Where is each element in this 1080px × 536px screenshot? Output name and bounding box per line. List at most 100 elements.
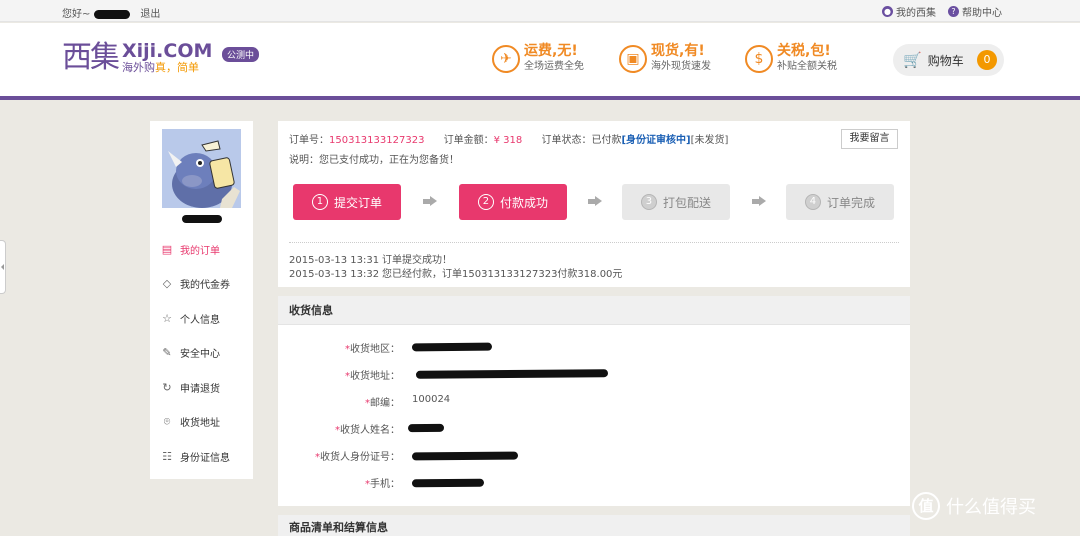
step-number: 4 [804, 194, 821, 210]
promo-title: 关税,包! [777, 43, 831, 59]
document-icon: ▤ [161, 242, 173, 256]
step-number: 1 [311, 194, 328, 210]
order-summary-line: 订单号：150313133127323 订单金额：¥ 318 订单状态：已付款[… [289, 131, 728, 146]
promo-subtitle: 全场运费全免 [524, 61, 584, 72]
field-phone: *手机： [278, 475, 910, 490]
site-header: 西集 Xiji.COM 海外购真，简单 公测中 ✈ 运费,无! 全场运费全免 ▣ … [0, 23, 1080, 100]
sidebar-item-label: 身份证信息 [180, 452, 230, 464]
cart-icon: 🛒 [903, 51, 922, 69]
shipping-info-title: 收货信息 [278, 296, 910, 325]
step-complete: 4 订单完成 [786, 184, 894, 220]
watermark-logo-icon: 值 [912, 492, 940, 520]
field-label: *收货人身份证号： [315, 452, 400, 463]
cart-count-badge: 0 [977, 50, 997, 70]
greeting-text: 您好~ [62, 9, 91, 20]
sidebar-item-my-orders[interactable]: ▤ 我的订单 [150, 232, 253, 267]
sidebar-menu: ▤ 我的订单 ◇ 我的代金券 ☆ 个人信息 ✎ 安全中心 ↻ 申请退货 ⌾ 收货地址 ☷ 身份… [150, 232, 253, 474]
help-label: 帮助中心 [962, 8, 1002, 19]
slogan-prefix: 海外购 [122, 61, 155, 74]
shipping-info-panel: 收货信息 *收货地区： *收货地址： *邮编： 100024 *收货人姓名： *收… [278, 296, 910, 506]
site-logo[interactable]: 西集 Xiji.COM 海外购真，简单 [62, 41, 212, 75]
order-amount-value: ¥ 318 [493, 135, 523, 146]
redacted-value [411, 478, 485, 488]
order-status-label: 订单状态： [541, 135, 592, 146]
sidebar-item-id-card[interactable]: ☷ 身份证信息 [150, 439, 253, 474]
my-account-label: 我的西集 [896, 8, 936, 19]
greeting: 您好~ 退出 [62, 5, 160, 20]
order-no-value: 150313133127323 [329, 135, 425, 146]
account-sidebar: ▤ 我的订单 ◇ 我的代金券 ☆ 个人信息 ✎ 安全中心 ↻ 申请退货 ⌾ 收货地址 ☷ 身份… [150, 121, 253, 479]
order-status-card: 订单号：150313133127323 订单金额：¥ 318 订单状态：已付款[… [278, 121, 910, 287]
logo-slogan: 海外购真，简单 [122, 61, 212, 75]
user-icon: ● [882, 6, 893, 17]
avatar[interactable] [162, 129, 241, 208]
order-note: 说明：您已支付成功，正在为您备货！ [289, 155, 459, 166]
order-status-id-review: [身份证审核中] [621, 135, 691, 146]
star-icon: ☆ [162, 311, 172, 325]
leave-message-button[interactable]: 我要留言 [841, 129, 898, 149]
rhino-avatar-image [162, 129, 241, 208]
step-packing: 3 打包配送 [622, 184, 730, 220]
promo-subtitle: 海外现货速发 [651, 61, 711, 72]
slogan-highlight: 真，简单 [155, 61, 199, 74]
side-collapse-tab[interactable] [0, 240, 6, 294]
step-number: 2 [477, 194, 494, 210]
sidebar-item-security[interactable]: ✎ 安全中心 [150, 336, 253, 371]
order-log-entry: 2015-03-13 13:32 您已经付款，订单150313133127323付… [289, 265, 622, 280]
step-label: 付款成功 [499, 195, 548, 210]
field-id-number: *收货人身份证号： [278, 448, 910, 463]
promo-title: 现货,有! [651, 43, 705, 59]
sidebar-item-vouchers[interactable]: ◇ 我的代金券 [150, 267, 253, 302]
sidebar-item-address[interactable]: ⌾ 收货地址 [150, 405, 253, 440]
sidebar-item-label: 收货地址 [180, 418, 220, 430]
order-log-entry: 2015-03-13 13:31 订单提交成功！ [289, 251, 452, 266]
sidebar-item-label: 个人信息 [180, 314, 220, 326]
sidebar-item-label: 安全中心 [180, 349, 220, 361]
step-payment-success: 2 付款成功 [459, 184, 567, 220]
field-postcode: *邮编： 100024 [278, 394, 910, 409]
refresh-icon: ↻ [162, 380, 172, 394]
cart-label: 购物车 [927, 53, 964, 68]
sidebar-item-label: 我的代金券 [180, 280, 230, 292]
sidebar-item-label: 申请退货 [180, 383, 220, 395]
redacted-username [94, 9, 131, 19]
step-label: 订单完成 [826, 195, 875, 210]
plane-icon: ✈ [492, 44, 520, 73]
order-no-label: 订单号： [289, 135, 329, 146]
sidebar-item-return[interactable]: ↻ 申请退货 [150, 370, 253, 405]
field-label: *手机： [365, 479, 400, 490]
edit-icon: ✎ [162, 346, 172, 360]
order-amount-label: 订单金额： [443, 135, 494, 146]
order-status-value: 已付款 [591, 135, 622, 146]
field-label: *邮编： [365, 398, 400, 409]
promo-free-shipping: ✈ 运费,无! 全场运费全免 [492, 43, 584, 74]
promo-title: 运费,无! [524, 43, 578, 59]
step-number: 3 [640, 194, 657, 210]
redacted-username [182, 215, 222, 223]
cart-button[interactable]: 🛒 购物车 0 [893, 44, 1004, 76]
step-label: 提交订单 [333, 195, 382, 210]
divider [289, 242, 899, 243]
tag-icon: ◇ [162, 277, 172, 291]
field-address: *收货地址： [278, 367, 910, 382]
my-account-link[interactable]: ● 我的西集 [882, 4, 936, 19]
promo-subtitle: 补贴全额关税 [777, 61, 837, 72]
sidebar-item-label: 我的订单 [180, 245, 220, 257]
watermark: 值 什么值得买 [912, 492, 1036, 520]
step-label: 打包配送 [662, 195, 711, 210]
promo-in-stock: ▣ 现货,有! 海外现货速发 [619, 43, 711, 74]
logout-link[interactable]: 退出 [140, 9, 160, 20]
redacted-value [407, 423, 445, 433]
location-icon: ⌾ [163, 414, 171, 428]
field-value: 100024 [412, 394, 451, 405]
field-label: *收货地区： [345, 344, 400, 355]
id-card-icon: ☷ [162, 449, 172, 463]
help-center-link[interactable]: ? 帮助中心 [948, 4, 1002, 19]
promo-tax-covered: $ 关税,包! 补贴全额关税 [745, 43, 837, 74]
items-settlement-panel: 商品清单和结算信息 [278, 515, 910, 536]
order-status-shipping: [未发货] [690, 135, 729, 146]
redacted-value [411, 451, 519, 461]
watermark-text: 什么值得买 [946, 497, 1036, 518]
log-text: 您已经付款，订单150313133127323付款318.00元 [382, 269, 623, 280]
sidebar-item-profile[interactable]: ☆ 个人信息 [150, 301, 253, 336]
